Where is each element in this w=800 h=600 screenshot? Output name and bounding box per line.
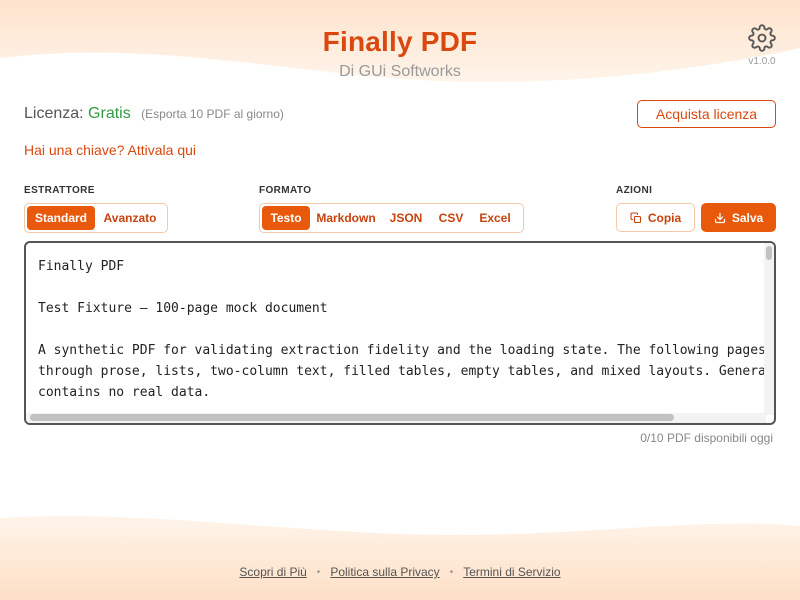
gear-icon (748, 24, 776, 52)
footer: Scopri di Più • Politica sulla Privacy •… (0, 565, 800, 579)
daily-usage-counter: 0/10 PDF disponibili oggi (640, 431, 773, 445)
copy-icon (630, 211, 641, 223)
buy-license-button[interactable]: Acquista licenza (637, 100, 776, 128)
extractor-option-avanzato[interactable]: Avanzato (95, 206, 165, 230)
license-label: Licenza: (24, 105, 84, 122)
footer-separator: • (316, 566, 321, 578)
format-option-json[interactable]: JSON (382, 206, 430, 230)
copy-button[interactable]: Copia (616, 203, 695, 232)
vertical-scrollbar[interactable] (764, 243, 774, 415)
format-option-csv[interactable]: CSV (430, 206, 472, 230)
actions-label: AZIONI (616, 185, 653, 196)
format-selector: Testo Markdown JSON CSV Excel (259, 203, 524, 233)
license-row: Licenza: Gratis (Esporta 10 PDF al giorn… (24, 105, 284, 123)
app-subtitle: Di GUi Softworks (339, 63, 461, 80)
version-label: v1.0.0 (748, 56, 776, 67)
license-status: Gratis (88, 105, 131, 122)
horizontal-scrollbar-thumb[interactable] (30, 414, 674, 421)
activate-key-link[interactable]: Hai una chiave? Attivala qui (24, 142, 196, 158)
settings-button[interactable] (748, 24, 776, 52)
extractor-option-standard[interactable]: Standard (27, 206, 95, 230)
output-text: Finally PDF Test Fixture — 100-page mock… (38, 259, 766, 400)
download-icon (714, 212, 725, 223)
footer-wave-background (0, 515, 800, 600)
format-label: FORMATO (259, 185, 312, 196)
app-header: Finally PDF Di GUi Softworks v1.0.0 (0, 0, 800, 90)
footer-link-terms[interactable]: Termini di Servizio (463, 565, 560, 579)
footer-link-privacy[interactable]: Politica sulla Privacy (330, 565, 439, 579)
footer-link-learn-more[interactable]: Scopri di Più (239, 565, 306, 579)
output-text-area[interactable]: Finally PDF Test Fixture — 100-page mock… (24, 241, 776, 425)
horizontal-scrollbar[interactable] (26, 413, 766, 423)
license-note: (Esporta 10 PDF al giorno) (141, 107, 284, 121)
format-option-testo[interactable]: Testo (262, 206, 310, 230)
extractor-selector: Standard Avanzato (24, 203, 168, 233)
save-label: Salva (731, 210, 764, 225)
footer-separator: • (449, 566, 454, 578)
extractor-label: ESTRATTORE (24, 185, 95, 196)
format-option-excel[interactable]: Excel (472, 206, 518, 230)
format-option-markdown[interactable]: Markdown (310, 206, 382, 230)
app-title: Finally PDF (322, 26, 478, 57)
save-button[interactable]: Salva (701, 203, 776, 232)
copy-label: Copia (647, 210, 682, 225)
vertical-scrollbar-thumb[interactable] (766, 246, 772, 260)
